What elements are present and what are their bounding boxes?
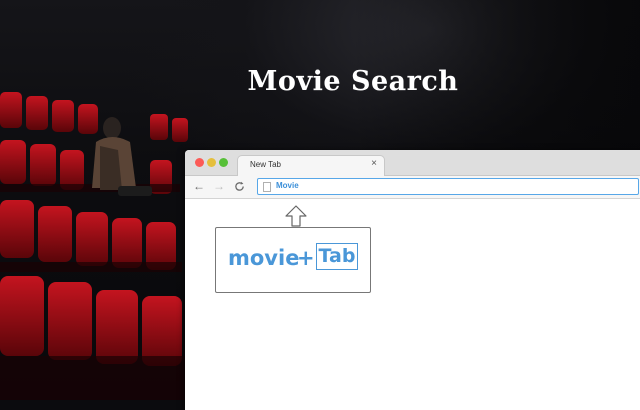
- callout-plus: +: [297, 246, 315, 270]
- minimize-window-button[interactable]: [207, 158, 216, 167]
- page-title: Movie Search: [247, 66, 459, 97]
- browser-titlebar: New Tab ×: [185, 150, 640, 176]
- back-arrow-icon[interactable]: ←: [193, 179, 205, 193]
- close-icon[interactable]: ×: [371, 158, 377, 169]
- page-icon: [263, 182, 271, 192]
- address-bar-text: Movie: [276, 181, 299, 190]
- close-window-button[interactable]: [195, 158, 204, 167]
- keyword-callout: movie + Tab: [215, 227, 371, 293]
- up-arrow-icon: [285, 205, 307, 227]
- tab-new-tab[interactable]: New Tab ×: [237, 155, 385, 176]
- browser-toolbar: ← → Movie: [185, 176, 640, 199]
- address-bar[interactable]: Movie: [257, 178, 639, 195]
- callout-tab-key: Tab: [316, 243, 358, 270]
- tab-title: New Tab: [250, 160, 281, 169]
- callout-keyword: movie: [228, 246, 300, 270]
- reload-icon[interactable]: [234, 179, 245, 195]
- maximize-window-button[interactable]: [219, 158, 228, 167]
- forward-arrow-icon[interactable]: →: [213, 179, 225, 193]
